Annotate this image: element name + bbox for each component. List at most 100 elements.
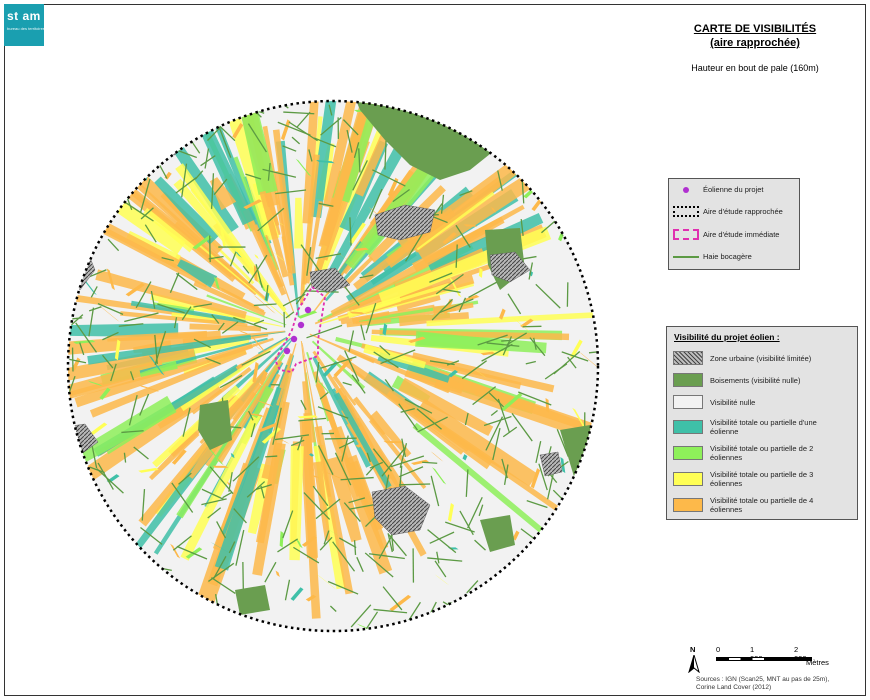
visibility-patch: [570, 600, 586, 604]
hedgerow-line: [77, 576, 96, 585]
wind-turbine-marker: [290, 335, 298, 343]
legend-item-1-turbine: Visibilité totale ou partielle d'une éol…: [673, 418, 820, 436]
hedgerow-line: [442, 601, 473, 620]
hedgerow-line: [68, 280, 82, 284]
visibility-patch: [252, 626, 259, 631]
hedgerow-line: [550, 135, 566, 158]
legend-item-3-turbines: Visibilité totale ou partielle de 3 éoli…: [673, 470, 820, 488]
hedgerow-line: [573, 568, 581, 597]
legend-label: Visibilité nulle: [710, 397, 756, 407]
visibility-patch: [564, 550, 583, 558]
visibility-patch: [131, 604, 155, 624]
hedgerow-line: [93, 608, 112, 631]
visibility-patch: [88, 101, 92, 106]
map-title-line2: (aire rapprochée): [710, 37, 800, 49]
visibility-patch: [86, 159, 93, 173]
black-dashed-box-icon: [669, 206, 703, 217]
hedgerow-line: [504, 121, 513, 130]
hedgerow-line: [121, 104, 143, 137]
hedgerow-line: [68, 629, 86, 631]
hedgerow-line: [68, 545, 89, 558]
legend-label: Visibilité totale ou partielle de 4 éoli…: [710, 496, 814, 514]
map-content: [18, 101, 641, 665]
hedgerow-line: [145, 626, 155, 631]
hedgerow-line: [556, 159, 561, 174]
hedgerow-line: [68, 572, 78, 589]
wind-turbine-marker: [304, 306, 312, 314]
hedgerow-line: [561, 227, 587, 236]
urban-swatch: [673, 351, 703, 365]
one-turbine-swatch: [673, 420, 703, 434]
visibility-patch: [589, 502, 598, 523]
hedgerow-line: [594, 463, 598, 469]
hedgerow-line: [75, 485, 94, 493]
hedgerow-line: [104, 623, 136, 626]
hedgerow-line: [591, 124, 598, 152]
visibility-patch: [563, 568, 577, 573]
legend-label: Zone urbaine (visibilité limitée): [710, 353, 812, 363]
scale-label-0: 0: [716, 645, 721, 654]
visibility-legend-title: Visibilité du projet éolien :: [674, 332, 780, 342]
hedgerow-line: [347, 634, 351, 665]
urban-zone: [169, 604, 199, 631]
hedgerow-line: [99, 515, 114, 528]
hedgerow-line: [608, 567, 641, 569]
hedgerow-line: [134, 562, 144, 589]
hedgerow-line: [514, 593, 522, 618]
north-arrow-icon: [688, 655, 700, 673]
hedgerow-line: [81, 186, 94, 223]
legend-label: Aire d'étude rapprochée: [703, 207, 783, 216]
hedgerow-line: [108, 125, 128, 158]
hedgerow-line: [68, 583, 70, 607]
hedgerow-line: [208, 623, 218, 631]
hedgerow-line: [114, 139, 141, 143]
visibility-patch: [445, 101, 451, 113]
four-turbines-swatch: [673, 498, 703, 512]
hedgerow-line: [460, 625, 491, 631]
hedgerow-line: [565, 638, 574, 656]
hedgerow-line: [96, 116, 129, 135]
turbine-dot-icon: [669, 186, 703, 193]
hedgerow-line: [206, 621, 237, 631]
hedgerow-line: [501, 339, 512, 342]
visibility-patch: [567, 142, 581, 149]
legend-label: Éolienne du projet: [703, 185, 764, 194]
visibility-patch: [81, 595, 105, 618]
visibility-patch: [222, 612, 234, 626]
hedgerow-line: [159, 119, 186, 130]
forest-patch: [18, 330, 50, 395]
hedgerow-line: [399, 101, 412, 108]
hedgerow-line: [506, 579, 527, 587]
legend-label: Visibilité totale ou partielle de 3 éoli…: [710, 470, 814, 488]
legend-label: Aire d'étude immédiate: [703, 230, 780, 239]
hedgerow-line: [236, 103, 265, 114]
hedgerow-line: [556, 129, 560, 155]
hedgerow-line: [561, 141, 593, 149]
legend-item-2-turbines: Visibilité totale ou partielle de 2 éoli…: [673, 444, 820, 462]
hedgerow-line: [469, 135, 497, 140]
two-turbines-swatch: [673, 446, 703, 460]
visibility-patch: [590, 190, 595, 207]
legend-label: Visibilité totale ou partielle d'une éol…: [710, 418, 817, 436]
legend-item-urban: Zone urbaine (visibilité limitée): [673, 351, 820, 365]
visibility-patch: [582, 558, 598, 566]
hedgerow-line: [68, 172, 85, 191]
hedgerow-line: [508, 103, 515, 138]
hedgerow-line: [593, 474, 598, 478]
hedgerow-line: [68, 548, 77, 558]
forest-patch: [235, 585, 270, 615]
hedgerow-line: [154, 140, 182, 144]
visibility-patch: [279, 101, 284, 104]
visibility-patch: [117, 597, 132, 601]
forest-patch: [80, 165, 115, 200]
hedgerow-line: [609, 413, 626, 417]
hedgerow-line: [523, 602, 535, 631]
legend-item-turbine: Éolienne du projet: [669, 185, 763, 194]
visibility-patch: [177, 111, 193, 123]
hedgerow-line: [502, 616, 514, 631]
hedgerow-line: [360, 634, 363, 647]
legend-item-immediate-area: Aire d'étude immédiate: [669, 229, 779, 240]
visibility-patch: [71, 212, 90, 227]
hedgerow-line: [130, 156, 141, 176]
hedgerow-line: [84, 564, 100, 569]
